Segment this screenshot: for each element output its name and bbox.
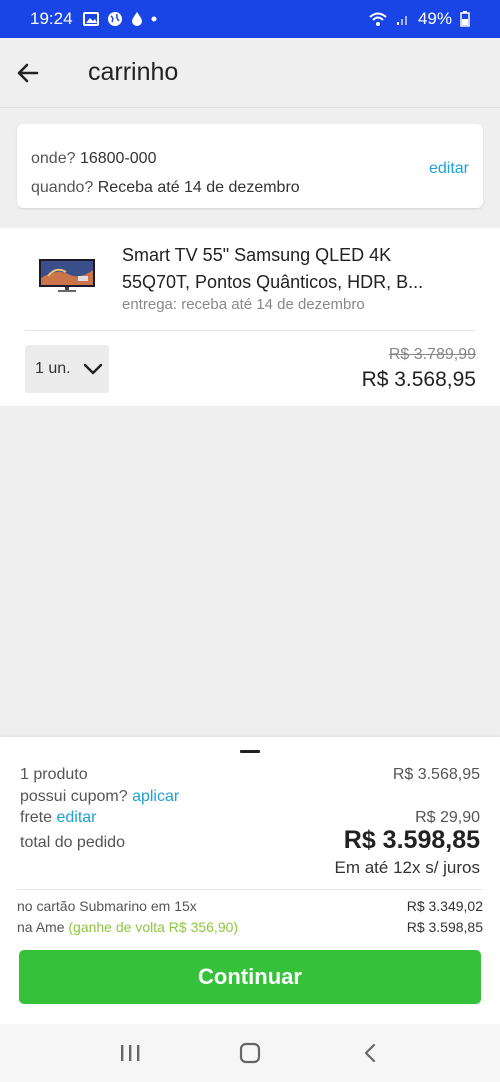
coupon-label: possui cupom? (20, 788, 128, 805)
shipping-row: frete editar (20, 809, 97, 827)
ame-row: na Ame (ganhe de volta R$ 356,90) (17, 919, 238, 935)
delivery-date: Receba até 14 de dezembro (97, 179, 300, 196)
recent-apps-icon (121, 1045, 140, 1061)
status-time: 19:24 (30, 9, 73, 28)
signal-icon (396, 16, 407, 25)
divider (25, 330, 475, 331)
delivery-info-card: onde? 16800-000 quando? Receba até 14 de… (17, 124, 483, 208)
cart-item: Smart TV 55" Samsung QLED 4K 55Q70T, Pon… (0, 228, 500, 406)
when-label: quando? (31, 179, 94, 196)
quantity-value: 1 un. (35, 360, 71, 377)
home-button[interactable] (230, 1033, 270, 1073)
wifi-icon (369, 12, 387, 26)
globe-icon (107, 12, 122, 26)
card-payment-label: no cartão Submarino em 15x (17, 898, 197, 914)
system-nav-bar (0, 1024, 500, 1082)
back-button[interactable] (0, 38, 55, 108)
dot-icon (151, 16, 157, 22)
ame-value: R$ 3.598,85 (406, 919, 483, 935)
edit-shipping-link[interactable]: editar (56, 809, 96, 826)
drop-icon (131, 12, 142, 26)
product-delivery: entrega: receba até 14 de dezembro (122, 296, 365, 313)
recent-apps-button[interactable] (110, 1033, 150, 1073)
current-price: R$ 3.568,95 (361, 368, 476, 391)
drag-handle[interactable] (240, 750, 260, 753)
order-total: R$ 3.598,85 (343, 826, 480, 854)
ame-label: na Ame (17, 919, 65, 935)
delivery-location-row: onde? 16800-000 (31, 144, 469, 173)
page-title: carrinho (88, 58, 179, 86)
shipping-value: R$ 29,90 (415, 809, 480, 826)
delivery-date-row: quando? Receba até 14 de dezembro (31, 173, 469, 202)
product-thumbnail[interactable] (38, 256, 96, 294)
status-bar: 19:24 49% (0, 0, 500, 38)
continue-button[interactable]: Continuar (19, 950, 481, 1004)
products-count: 1 produto (20, 766, 88, 783)
installments-info: Em até 12x s/ juros (334, 858, 480, 877)
total-label: total do pedido (20, 834, 125, 851)
arrow-left-icon (17, 63, 38, 82)
quantity-select[interactable]: 1 un. (25, 345, 109, 393)
products-subtotal: R$ 3.568,95 (392, 766, 480, 783)
edit-address-link[interactable]: editar (429, 160, 469, 178)
apply-coupon-link[interactable]: aplicar (132, 788, 179, 805)
card-payment-value: R$ 3.349,02 (406, 898, 483, 914)
order-summary: 1 produto R$ 3.568,95 possui cupom? apli… (0, 737, 500, 1024)
product-name[interactable]: Smart TV 55" Samsung QLED 4K 55Q70T, Pon… (122, 242, 452, 296)
app-bar: carrinho (0, 38, 500, 108)
shipping-label: frete (20, 809, 53, 826)
system-back-button[interactable] (350, 1033, 390, 1073)
home-icon (239, 1042, 261, 1064)
chevron-down-icon (83, 363, 102, 375)
coupon-row: possui cupom? aplicar (20, 788, 179, 806)
divider (17, 889, 483, 890)
chevron-left-icon (364, 1043, 376, 1063)
battery-level: 49% (417, 9, 452, 28)
ame-cashback: (ganhe de volta R$ 356,90) (68, 919, 239, 935)
original-price: R$ 3.789,99 (388, 346, 476, 363)
image-icon (82, 12, 99, 26)
zip-code: 16800-000 (79, 150, 157, 167)
where-label: onde? (31, 150, 76, 167)
battery-icon (460, 11, 470, 27)
